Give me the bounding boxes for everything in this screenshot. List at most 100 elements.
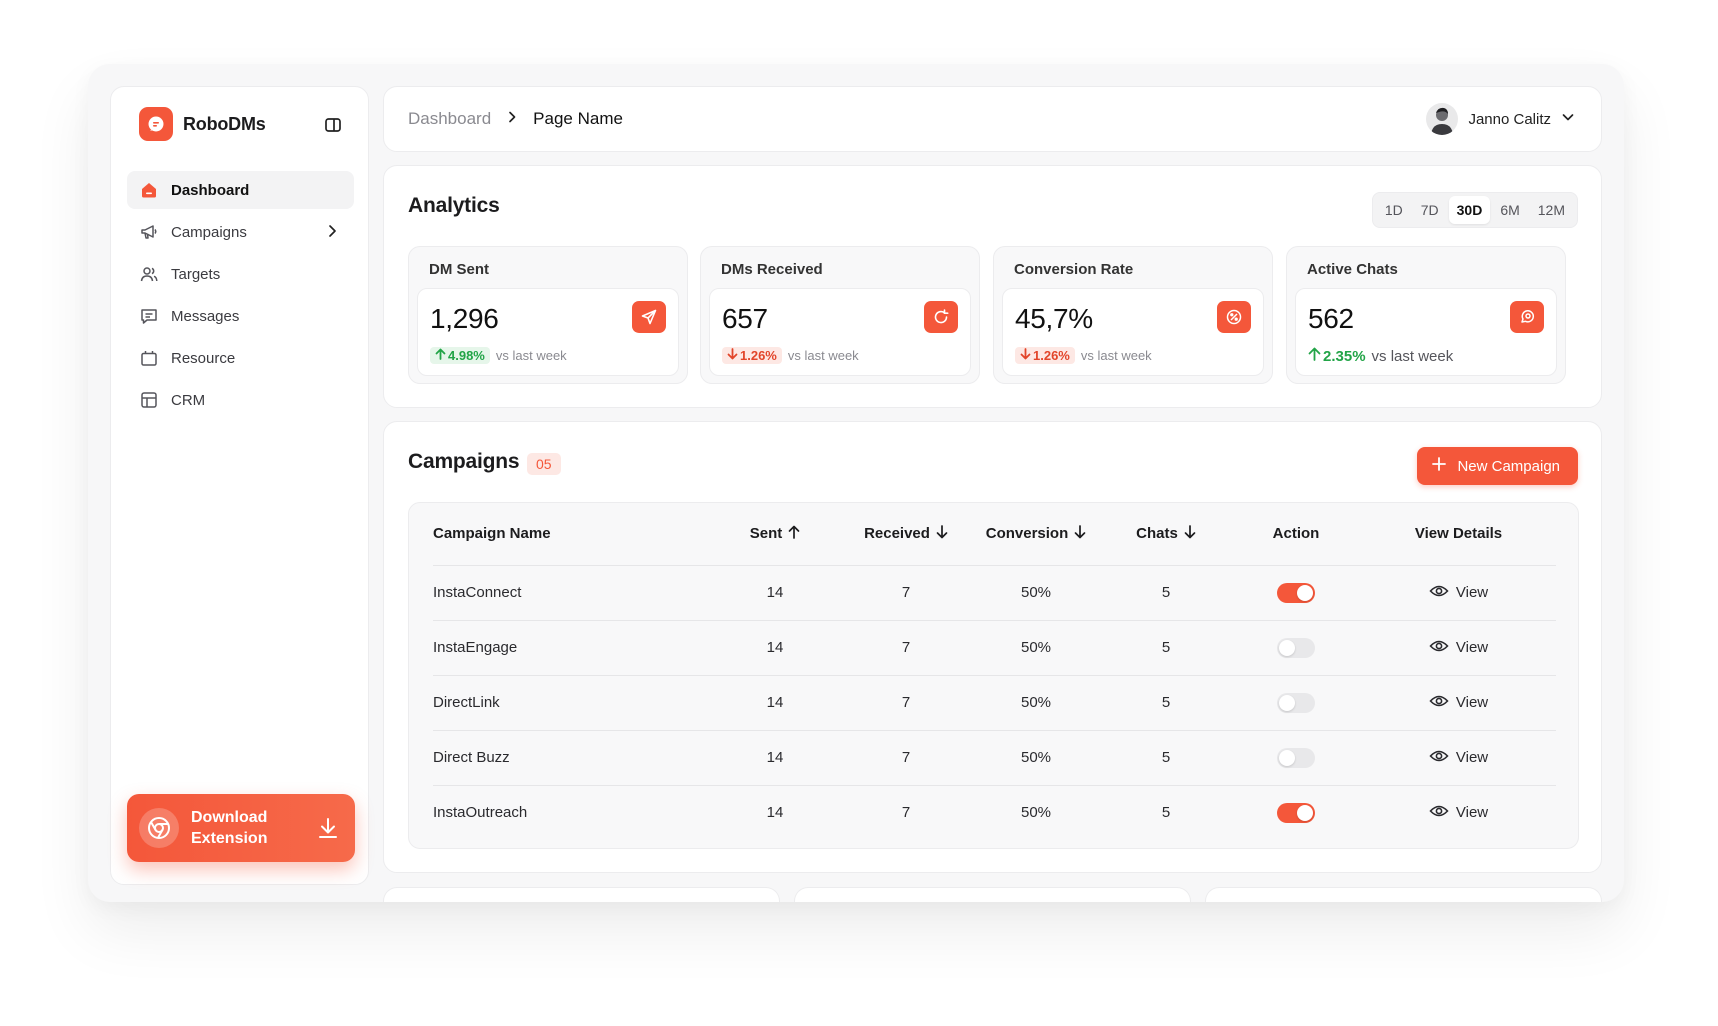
eye-icon bbox=[1429, 694, 1449, 712]
sort-desc-icon bbox=[1074, 524, 1086, 543]
arrow-down-icon bbox=[1020, 348, 1031, 363]
stat-change: 1.26% vs last week bbox=[722, 347, 859, 364]
breadcrumb-root[interactable]: Dashboard bbox=[408, 109, 491, 129]
brand-name: RoboDMs bbox=[183, 113, 266, 134]
download-extension-button[interactable]: Download Extension bbox=[127, 794, 355, 862]
stat-card-dm-sent: DM Sent 1,296 4.98% vs last week bbox=[408, 246, 688, 384]
range-30d[interactable]: 30D bbox=[1448, 196, 1491, 224]
table-row: DirectLink 14 7 50% 5 View bbox=[433, 674, 1556, 730]
campaign-toggle[interactable] bbox=[1277, 747, 1315, 768]
change-suffix: vs last week bbox=[1080, 348, 1152, 363]
view-label: View bbox=[1455, 694, 1489, 711]
action-cell bbox=[1231, 729, 1361, 785]
col-label: Sent bbox=[749, 525, 783, 543]
change-suffix: vs last week bbox=[787, 348, 859, 363]
app-window: RoboDMs Dashboard Campaigns Targets Mess… bbox=[88, 64, 1624, 902]
col-label: Chats bbox=[1136, 525, 1178, 543]
sidebar-item-label: Targets bbox=[171, 265, 221, 283]
sidebar-item-label: Dashboard bbox=[171, 181, 250, 199]
download-label-line2: Extension bbox=[191, 830, 268, 847]
campaign-name: Direct Buzz bbox=[433, 729, 709, 785]
action-cell bbox=[1231, 674, 1361, 730]
sidebar-item-label: Campaigns bbox=[171, 223, 247, 241]
eye-icon bbox=[1429, 749, 1449, 767]
view-label: View bbox=[1455, 749, 1489, 766]
stat-label: Conversion Rate bbox=[1014, 261, 1134, 278]
time-range-selector: 1D 7D 30D 6M 12M bbox=[1371, 192, 1578, 228]
view-details-link[interactable]: View bbox=[1429, 749, 1488, 767]
col-sent[interactable]: Sent bbox=[709, 503, 841, 565]
user-name: Janno Calitz bbox=[1468, 110, 1551, 128]
view-details-link[interactable]: View bbox=[1429, 584, 1488, 602]
stat-change: 1.26% vs last week bbox=[1015, 347, 1152, 364]
view-cell: View bbox=[1361, 674, 1556, 730]
plus-icon bbox=[1431, 456, 1447, 476]
col-view-details: View Details bbox=[1414, 525, 1503, 543]
campaigns-table-container: Campaign Name Sent Received Conversion C… bbox=[408, 502, 1579, 849]
stat-value: 1,296 bbox=[430, 303, 499, 334]
change-badge: 2.35% bbox=[1308, 347, 1366, 365]
col-chats[interactable]: Chats bbox=[1101, 503, 1231, 565]
stat-body: 45,7% 1.26% vs last week bbox=[1002, 288, 1264, 376]
chats-cell: 5 bbox=[1101, 564, 1231, 620]
range-1d[interactable]: 1D bbox=[1377, 196, 1411, 224]
sidebar-item-messages[interactable]: Messages bbox=[127, 297, 354, 335]
view-label: View bbox=[1455, 804, 1489, 822]
sidebar-item-label: Resource bbox=[171, 349, 236, 367]
range-12m[interactable]: 12M bbox=[1530, 196, 1573, 224]
download-label-line1: Download bbox=[191, 809, 268, 826]
action-cell bbox=[1231, 564, 1361, 620]
range-6m[interactable]: 6M bbox=[1492, 196, 1527, 224]
breadcrumb: Dashboard Page Name bbox=[408, 109, 623, 129]
brand[interactable]: RoboDMs bbox=[139, 107, 266, 141]
eye-icon bbox=[1429, 639, 1449, 657]
campaign-toggle[interactable] bbox=[1277, 637, 1315, 658]
stat-body: 657 1.26% vs last week bbox=[709, 288, 971, 376]
campaign-name: InstaConnect bbox=[433, 564, 709, 620]
stat-card-conversion-rate: Conversion Rate 45,7% 1.26% vs last week bbox=[993, 246, 1273, 384]
folder-icon bbox=[139, 348, 159, 368]
arrow-down-icon bbox=[727, 348, 738, 363]
sidebar-item-campaigns[interactable]: Campaigns bbox=[127, 213, 354, 251]
col-received[interactable]: Received bbox=[841, 503, 971, 565]
sort-desc-icon bbox=[1184, 524, 1196, 543]
sidebar-item-targets[interactable]: Targets bbox=[127, 255, 354, 293]
view-details-link[interactable]: View bbox=[1429, 639, 1488, 657]
stat-body: 1,296 4.98% vs last week bbox=[417, 288, 679, 376]
campaigns-title: Campaigns bbox=[408, 450, 520, 473]
view-cell: View bbox=[1361, 729, 1556, 785]
view-label: View bbox=[1455, 584, 1489, 601]
view-details-link[interactable]: View bbox=[1429, 694, 1488, 712]
eye-icon bbox=[1429, 584, 1449, 602]
view-details-link[interactable]: View bbox=[1429, 804, 1488, 822]
sidebar-item-resource[interactable]: Resource bbox=[127, 339, 354, 377]
campaign-count-badge: 05 bbox=[527, 453, 561, 475]
eye-icon bbox=[1429, 804, 1449, 822]
chats-cell: 5 bbox=[1101, 784, 1231, 840]
stat-value: 562 bbox=[1308, 303, 1354, 334]
chats-cell: 5 bbox=[1101, 729, 1231, 785]
stat-label: DM Sent bbox=[429, 261, 489, 278]
view-cell: View bbox=[1361, 564, 1556, 620]
sidebar-item-dashboard[interactable]: Dashboard bbox=[127, 171, 354, 209]
campaign-toggle[interactable] bbox=[1277, 582, 1315, 603]
change-badge: 1.26% bbox=[722, 347, 782, 364]
col-label: Conversion bbox=[985, 525, 1069, 543]
download-label: Download Extension bbox=[191, 807, 301, 849]
table-row: Direct Buzz 14 7 50% 5 View bbox=[433, 729, 1556, 785]
new-campaign-button[interactable]: New Campaign bbox=[1417, 447, 1578, 485]
panel-stub bbox=[383, 887, 780, 902]
range-7d[interactable]: 7D bbox=[1413, 196, 1447, 224]
campaign-name: InstaEngage bbox=[433, 619, 709, 675]
home-icon bbox=[139, 180, 159, 200]
campaign-toggle[interactable] bbox=[1277, 802, 1315, 823]
refresh-icon bbox=[924, 301, 958, 333]
stat-label: Active Chats bbox=[1307, 261, 1398, 278]
col-conversion[interactable]: Conversion bbox=[971, 503, 1101, 565]
campaign-name: InstaOutreach bbox=[433, 784, 709, 840]
campaign-toggle[interactable] bbox=[1277, 692, 1315, 713]
sidebar-item-crm[interactable]: CRM bbox=[127, 381, 354, 419]
breadcrumb-current: Page Name bbox=[533, 109, 623, 128]
user-menu[interactable]: Janno Calitz bbox=[1426, 103, 1575, 135]
sidebar-toggle-icon[interactable] bbox=[324, 116, 342, 134]
